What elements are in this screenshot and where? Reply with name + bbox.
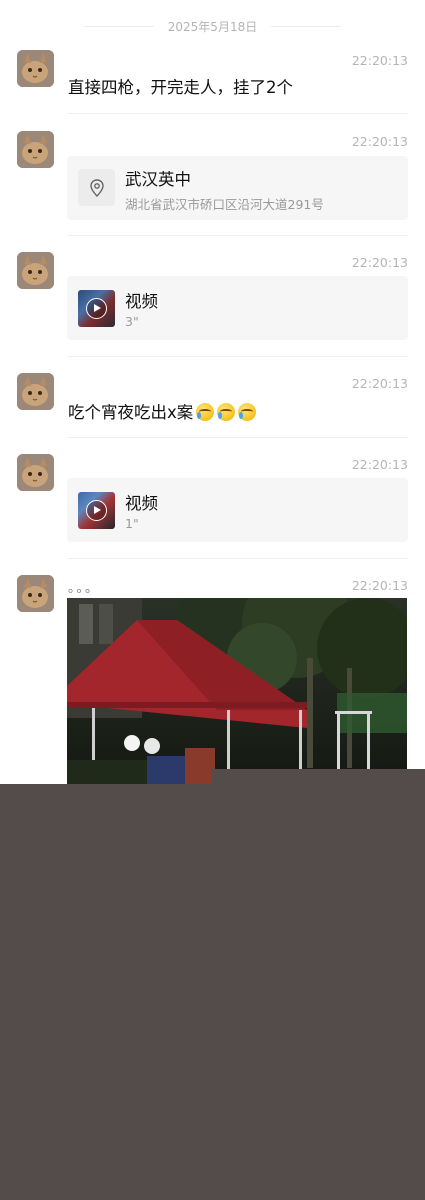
divider-left <box>83 25 154 27</box>
cat-avatar[interactable] <box>17 454 54 491</box>
location-title: 武汉英中 <box>125 170 191 189</box>
divider-right <box>271 25 342 27</box>
message-divider <box>68 356 408 357</box>
message-text[interactable]: 。。。 <box>68 577 100 596</box>
laugh-cry-emoji <box>238 403 257 421</box>
video-play-icon <box>86 500 107 521</box>
overlay-block <box>212 769 425 785</box>
video-duration: 3" <box>125 314 139 329</box>
message-divider <box>68 235 408 236</box>
bottom-overlay <box>0 784 425 1200</box>
cat-avatar[interactable] <box>17 252 54 289</box>
video-duration: 1" <box>125 516 139 531</box>
message-time: 22:20:13 <box>351 376 408 391</box>
laugh-cry-emoji <box>217 403 236 421</box>
message-time: 22:20:13 <box>351 255 408 270</box>
date-label: 2025年5月18日 <box>167 19 258 34</box>
message-time: 22:20:13 <box>351 53 408 68</box>
message-photo[interactable] <box>67 598 407 784</box>
date-separator: 2025年5月18日 <box>0 16 425 36</box>
video-thumbnail <box>78 492 115 529</box>
video-label: 视频 <box>125 494 158 513</box>
location-card[interactable]: 武汉英中 湖北省武汉市硚口区沿河大道291号 <box>67 156 408 220</box>
video-play-icon <box>86 298 107 319</box>
message-text-row[interactable]: 吃个宵夜吃出x案 <box>68 399 257 423</box>
message-time: 22:20:13 <box>351 457 408 472</box>
video-card[interactable]: 视频 1" <box>67 478 408 542</box>
video-card[interactable]: 视频 3" <box>67 276 408 340</box>
location-pin-icon <box>78 169 115 206</box>
message-divider <box>68 113 408 114</box>
message-divider <box>68 558 408 559</box>
video-label: 视频 <box>125 292 158 311</box>
laugh-cry-emoji <box>196 403 215 421</box>
location-address: 湖北省武汉市硚口区沿河大道291号 <box>125 197 324 212</box>
message-text[interactable]: 直接四枪，开完走人，挂了2个 <box>68 74 293 98</box>
cat-avatar[interactable] <box>17 575 54 612</box>
message-divider <box>68 437 408 438</box>
message-text: 吃个宵夜吃出x案 <box>68 403 194 422</box>
message-time: 22:20:13 <box>351 134 408 149</box>
cat-avatar[interactable] <box>17 50 54 87</box>
cat-avatar[interactable] <box>17 373 54 410</box>
cat-avatar[interactable] <box>17 131 54 168</box>
video-thumbnail <box>78 290 115 327</box>
message-time: 22:20:13 <box>351 578 408 593</box>
